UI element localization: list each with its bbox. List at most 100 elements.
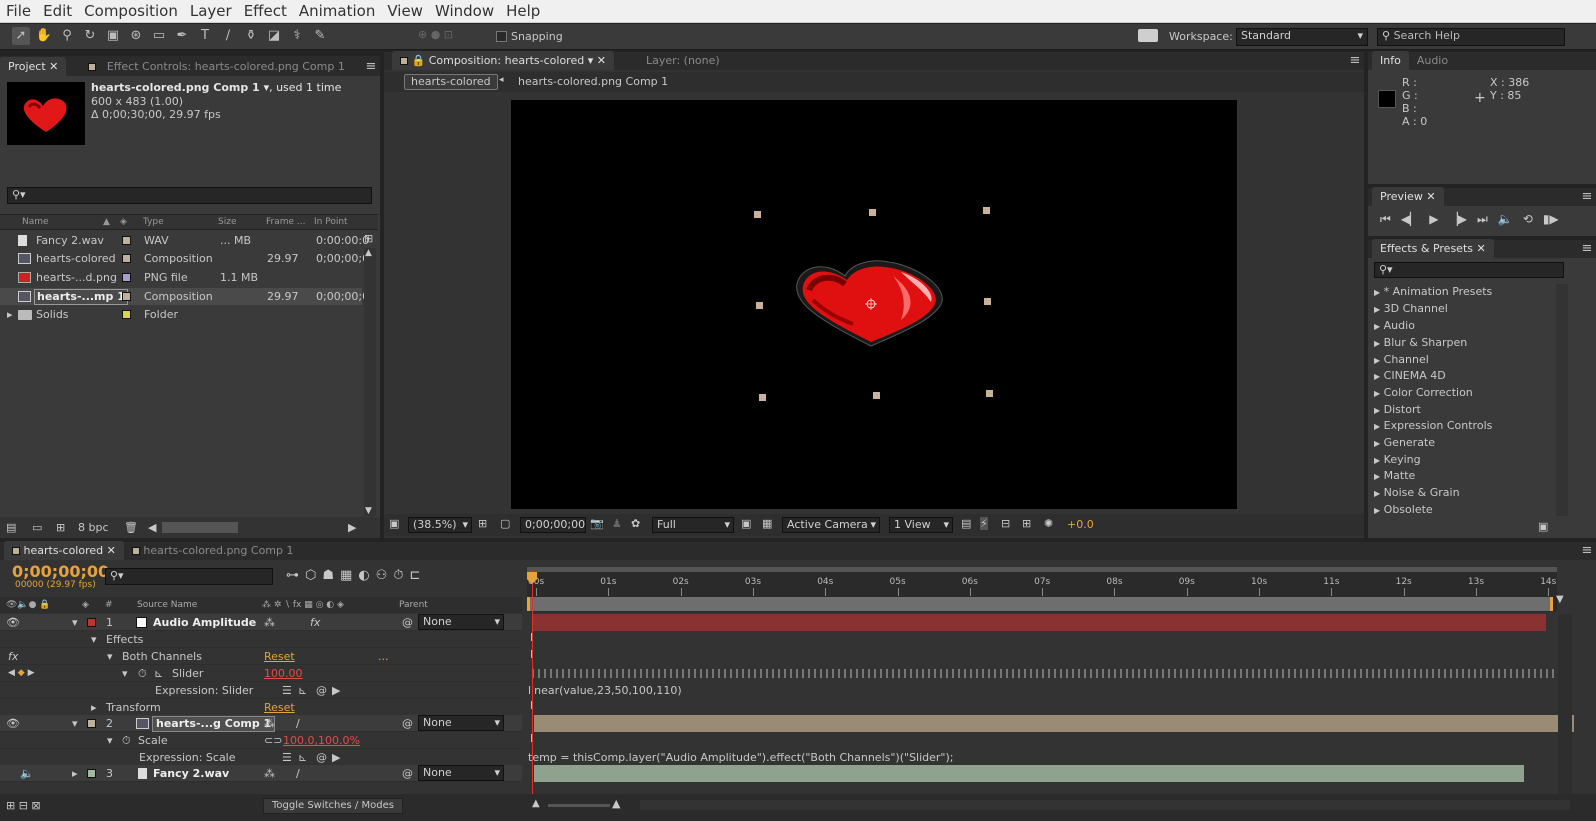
shy-switch-icon[interactable]: ⁂ [264,614,275,631]
eraser-tool-icon[interactable]: ◪ [265,27,283,45]
col-parent[interactable]: Parent [399,597,428,613]
region-of-interest-icon[interactable]: ▣ [741,517,751,530]
roto-brush-tool-icon[interactable]: ⚕ [288,27,306,45]
zoom-tool-icon[interactable]: ⚲ [58,27,76,45]
show-snapshot-icon[interactable]: ♟ [612,517,622,530]
col-inpoint[interactable]: In Point [314,215,348,229]
menu-composition[interactable]: Composition [78,0,184,23]
timeline-search-input[interactable]: ⚲▾ [105,568,273,585]
layer-name[interactable]: hearts-...g Comp 1 [152,716,276,732]
timeline-right-scrollbar[interactable] [1558,614,1572,794]
always-preview-icon[interactable]: ▣ [389,517,399,530]
expand-triangle-icon[interactable]: ▾ [72,614,78,631]
expand-triangle-icon[interactable]: ▾ [91,631,97,648]
tab-preview[interactable]: Preview ✕ [1372,187,1444,206]
ram-preview-icon[interactable]: ▮▶ [1543,212,1559,227]
last-frame-icon[interactable]: ⏭ [1477,212,1488,227]
menu-view[interactable]: View [381,0,429,23]
menu-help[interactable]: Help [500,0,546,23]
effects-search-input[interactable]: ⚲▾ [1374,262,1564,278]
expression-enable-icon[interactable]: ☰ [282,682,292,699]
menu-effect[interactable]: Effect [238,0,293,23]
play-icon[interactable]: ▶ [1429,212,1438,227]
pen-tool-icon[interactable]: ✒ [173,27,191,45]
brush-tool-icon[interactable]: ∕ [219,27,237,45]
effects-category[interactable]: ▶ Distort [1368,401,1554,418]
scroll-right-icon[interactable]: ▶ [348,517,356,538]
layer-row[interactable]: 👁 ▾ 1 Audio Amplitude ⁂ fx @ None ▾ [0,614,522,631]
work-area-bar[interactable] [527,597,1553,611]
next-frame-icon[interactable]: ▕▶ [1449,212,1467,227]
layer-bar[interactable] [534,765,1524,782]
transform-group-row[interactable]: ▸ Transform Reset [0,699,522,716]
col-source-name[interactable]: Source Name [137,597,197,613]
effects-category[interactable]: ▶ Expression Controls [1368,417,1554,434]
eye-icon[interactable]: 👁 [6,715,20,732]
effects-category[interactable]: ▶ Channel [1368,351,1554,368]
resolution-dropdown[interactable]: Full ▾ [652,517,734,533]
parent-dropdown[interactable]: None ▾ [418,765,504,781]
transform-handle[interactable] [759,394,766,401]
flowchart-icon[interactable]: ⊞ [1022,517,1031,530]
menu-window[interactable]: Window [429,0,500,23]
quality-switch-icon[interactable]: ∕ [296,765,300,782]
scale-value[interactable]: 100.0,100.0% [283,732,360,749]
rotate-tool-icon[interactable]: ↻ [81,27,99,45]
expand-triangle-icon[interactable]: ▸ [91,699,97,716]
layer-bar[interactable] [532,614,1546,631]
color-channels-icon[interactable]: ✿ [631,517,640,530]
transform-handle[interactable] [986,390,993,397]
motion-blur-icon[interactable]: ◐ [358,568,369,583]
expand-triangle-icon[interactable]: ▾ [107,732,113,749]
fx-icon[interactable]: fx [8,648,18,665]
col-name[interactable]: Name [22,215,49,229]
interpret-footage-icon[interactable]: ▤ [6,517,16,538]
project-item[interactable]: hearts-...d.png PNG file 1.1 MB [0,269,362,286]
hand-tool-icon[interactable]: ✋ [35,27,53,45]
snapping-checkbox[interactable] [496,31,507,42]
zoom-dropdown[interactable]: (38.5%) ▾ [408,517,472,533]
breadcrumb-active[interactable]: hearts-colored [404,74,498,90]
previous-frame-icon[interactable]: ◀▏ [1401,212,1419,227]
timeline-horizontal-scrollbar[interactable] [640,800,1570,810]
panel-menu-icon[interactable]: ≡ [1578,240,1596,258]
scroll-down-icon[interactable]: ▼ [365,506,372,516]
expression-text[interactable]: temp = thisComp.layer("Audio Amplitude")… [528,751,954,764]
transform-handle[interactable] [754,211,761,218]
bpc-label[interactable]: 8 bpc [78,517,109,538]
zoom-in-icon[interactable]: ▲ [612,797,620,810]
expression-menu-icon[interactable]: ▶ [332,749,340,766]
layer-row[interactable]: 👁 ▾ 2 hearts-...g Comp 1 ⁂ ∕ @ None ▾ [0,715,522,732]
workspace-icon[interactable] [1138,29,1158,42]
expression-text-row[interactable]: linear(value,23,50,100,110) [528,682,1574,699]
view-layout-dropdown[interactable]: 1 View ▾ [889,517,953,533]
camera-dropdown[interactable]: Active Camera ▾ [782,517,880,533]
close-icon[interactable]: ✕ [107,544,116,557]
scroll-left-icon[interactable]: ◀ [148,517,156,538]
col-size[interactable]: Size [218,215,236,229]
new-comp-icon[interactable]: ⊞ [56,517,65,538]
puppet-pin-tool-icon[interactable]: ✎ [311,27,329,45]
rectangle-tool-icon[interactable]: ▭ [150,27,168,45]
brainstorm-icon[interactable]: ⚇ [376,568,388,583]
scroll-up-icon[interactable]: ▲ [365,248,372,258]
expand-triangle-icon[interactable]: ▾ [122,665,128,682]
pickwhip-icon[interactable]: @ [402,614,413,631]
composition-mini-flowchart-icon[interactable]: ⊶ [286,568,299,583]
footer-switch-icons[interactable]: ⊞ ⊟ ⊠ [6,799,41,812]
loop-icon[interactable]: ⟲ [1523,212,1533,227]
menu-layer[interactable]: Layer [184,0,238,23]
new-folder-icon[interactable]: ▭ [32,517,42,538]
shy-switch-icon[interactable]: ⁂ [264,765,275,782]
flowchart-icon[interactable]: ⊞ [364,232,373,245]
menu-edit[interactable]: Edit [37,0,78,23]
transform-handle[interactable] [869,209,876,216]
mask-visibility-icon[interactable]: ▢ [500,517,510,530]
effects-category[interactable]: ▶ Generate [1368,434,1554,451]
chevron-down-icon[interactable]: ▾ [588,54,594,67]
effects-scrollbar[interactable] [1556,284,1568,516]
expression-pickwhip-icon[interactable]: @ [316,682,327,699]
effects-category[interactable]: ▶ Blur & Sharpen [1368,334,1554,351]
exposure-value[interactable]: +0.0 [1067,518,1094,531]
col-frame[interactable]: Frame ... [266,215,306,229]
